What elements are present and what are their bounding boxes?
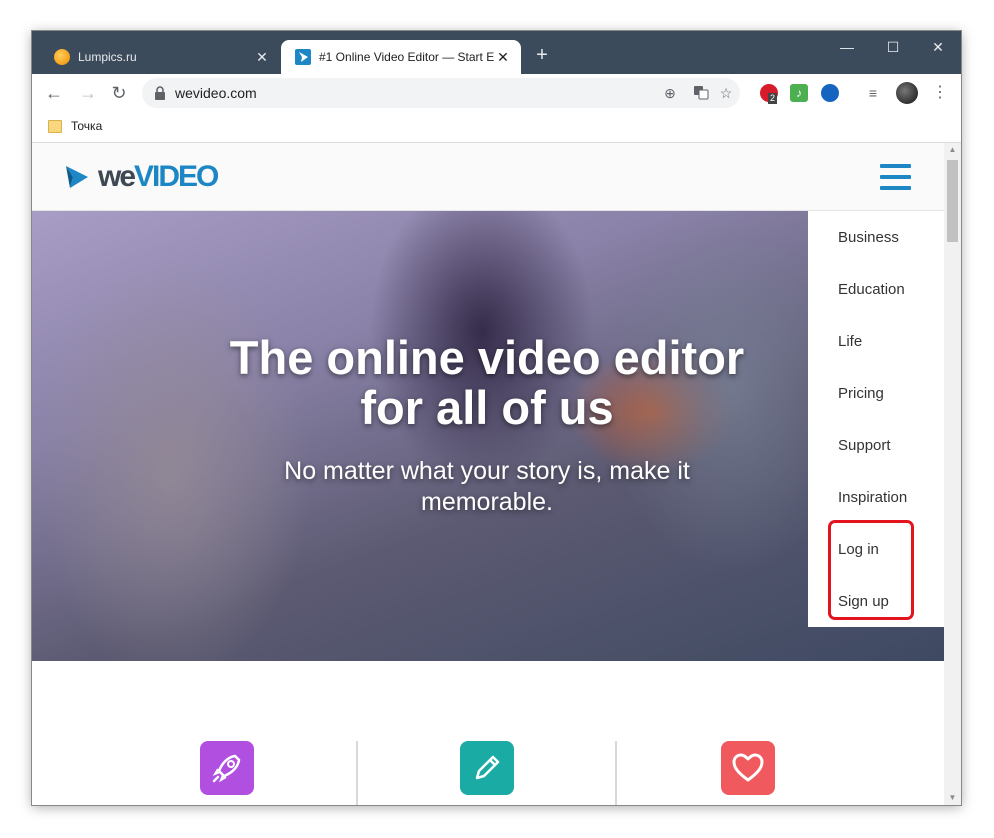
feature-divider: [356, 741, 358, 805]
forward-button[interactable]: →: [77, 82, 99, 104]
folder-icon: [48, 119, 62, 133]
hero-subtitle: No matter what your story is, make it me…: [284, 457, 690, 516]
page-scrollbar[interactable]: ▲ ▼: [944, 143, 961, 805]
new-tab-button[interactable]: +: [532, 45, 552, 65]
wevideo-favicon-icon: [295, 49, 311, 65]
menu-item-education[interactable]: Education: [838, 281, 905, 298]
hero-title: The online video editor for all of us: [229, 331, 745, 434]
scroll-down-icon[interactable]: ▼: [944, 791, 961, 805]
bookmark-tochka[interactable]: Точка: [48, 119, 102, 133]
translate-icon[interactable]: [692, 84, 710, 102]
menu-item-business[interactable]: Business: [838, 229, 899, 246]
menu-item-support[interactable]: Support: [838, 437, 891, 454]
tab-title: #1 Online Video Editor — Start E: [319, 50, 495, 64]
music-extension-icon[interactable]: ♪: [790, 84, 808, 102]
back-button[interactable]: ←: [43, 82, 65, 104]
close-window-button[interactable]: ✕: [915, 37, 961, 57]
tab-lumpics[interactable]: Lumpics.ru ✕: [40, 40, 280, 74]
scrollbar-thumb[interactable]: [947, 160, 958, 242]
logo-video: VIDEO: [134, 160, 219, 193]
pencil-icon[interactable]: [460, 741, 514, 795]
heart-icon[interactable]: [721, 741, 775, 795]
browser-window: Lumpics.ru ✕ #1 Online Video Editor — St…: [32, 31, 961, 805]
profile-avatar[interactable]: [896, 82, 918, 104]
tab-wevideo[interactable]: #1 Online Video Editor — Start E ✕: [281, 40, 521, 74]
feature-divider: [615, 741, 617, 805]
globe-extension-icon[interactable]: [821, 84, 839, 102]
media-control-icon[interactable]: ≡: [864, 84, 882, 102]
opera-extension-icon[interactable]: 2: [760, 84, 778, 104]
close-tab-icon[interactable]: ✕: [495, 49, 511, 66]
web-page: weVIDEO The online video editor for all …: [32, 143, 944, 805]
rocket-icon[interactable]: [200, 741, 254, 795]
close-tab-icon[interactable]: ✕: [254, 49, 270, 66]
browser-toolbar: ← → ↻ wevideo.com ⊕ ☆ 2 ♪ ≡ ⋮: [32, 74, 961, 112]
menu-kebab-icon[interactable]: ⋮: [932, 82, 948, 104]
minimize-button[interactable]: —: [824, 37, 870, 57]
reload-button[interactable]: ↻: [108, 82, 130, 104]
highlight-box: [828, 520, 914, 620]
menu-item-life[interactable]: Life: [838, 333, 862, 350]
lock-icon: [155, 86, 165, 100]
menu-item-pricing[interactable]: Pricing: [838, 385, 884, 402]
tab-title: Lumpics.ru: [78, 50, 137, 64]
tab-strip: Lumpics.ru ✕ #1 Online Video Editor — St…: [32, 31, 961, 74]
star-icon[interactable]: ☆: [717, 84, 735, 102]
extension-badge: 2: [768, 93, 778, 104]
bookmark-label: Точка: [71, 119, 103, 133]
address-bar[interactable]: wevideo.com ⊕ ☆: [142, 78, 740, 108]
wevideo-logo[interactable]: weVIDEO: [64, 160, 219, 194]
maximize-button[interactable]: ☐: [870, 37, 916, 57]
bookmarks-bar: Точка: [32, 112, 961, 143]
features-section: [32, 661, 944, 805]
scroll-up-icon[interactable]: ▲: [944, 143, 961, 157]
site-header: weVIDEO: [32, 143, 944, 211]
url-text: wevideo.com: [175, 85, 257, 101]
wevideo-logo-icon: [66, 166, 88, 188]
add-circle-icon[interactable]: ⊕: [661, 84, 679, 102]
logo-we: we: [98, 160, 136, 193]
lumpics-favicon-icon: [54, 49, 70, 65]
menu-item-inspiration[interactable]: Inspiration: [838, 489, 907, 506]
hamburger-menu-icon[interactable]: [880, 164, 911, 190]
